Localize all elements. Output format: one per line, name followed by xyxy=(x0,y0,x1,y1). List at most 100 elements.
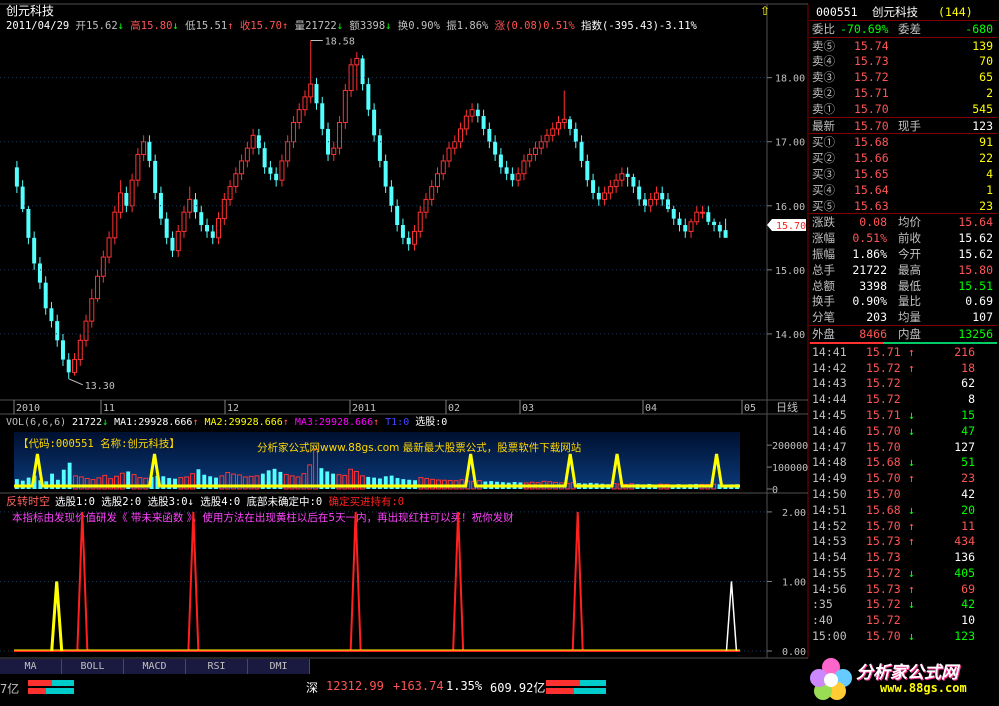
buy-price: 15.66 xyxy=(854,151,889,166)
sell-row: 卖② 15.71 2 xyxy=(810,85,997,101)
price-tick-label: 15.00 xyxy=(775,266,805,277)
stat-label: 换手 xyxy=(812,294,835,309)
stat-value: 15.51 xyxy=(958,278,993,293)
volume-bar xyxy=(55,479,60,489)
quote-field-part: 额3398 xyxy=(343,19,385,32)
stat-row: 分笔 203 均量 107 xyxy=(810,309,997,325)
tick-arrow-icon: ↓ xyxy=(908,502,915,517)
candle-body xyxy=(227,186,233,200)
buy-volume: 4 xyxy=(986,166,993,181)
tick-row: 14:49 15.70 ↑ 23 xyxy=(810,470,997,486)
tick-row: 14:46 15.70 ↓ 47 xyxy=(810,423,997,439)
candle-body xyxy=(469,109,475,117)
weibi-label: 委比 xyxy=(812,21,835,36)
candle-body xyxy=(510,173,515,181)
latest-label: 最新 xyxy=(812,118,835,133)
tick-row: 14:48 15.68 ↓ 51 xyxy=(810,454,997,470)
candle-body xyxy=(124,192,129,206)
candle-body xyxy=(406,237,411,245)
buy-row: 买④ 15.64 1 xyxy=(810,182,997,198)
tick-arrow-icon: ↓ xyxy=(908,455,915,470)
tick-price: 15.72 xyxy=(866,392,901,407)
tick-volume: 20 xyxy=(961,502,975,517)
quote-info-line: 2011/04/29 开15.62↓ 高15.80↓ 低15.51↑ 收15.7… xyxy=(6,19,698,32)
period-label: 日线 xyxy=(776,400,798,414)
tick-volume: 51 xyxy=(961,455,975,470)
sell-label: 卖③ xyxy=(812,70,835,85)
candle-body xyxy=(446,147,452,162)
tab-ma[interactable]: MA xyxy=(0,659,62,674)
ob-count: (144) xyxy=(938,5,973,19)
tick-time: 14:55 xyxy=(812,565,847,580)
sell-row: 卖④ 15.73 70 xyxy=(810,53,997,69)
logo: 分析家公式网 www.88gs.com xyxy=(806,654,999,706)
candle-body xyxy=(77,339,83,361)
buy-price: 15.64 xyxy=(854,182,889,197)
tick-volume: 405 xyxy=(954,565,975,580)
ind-legend-item-part: 选股2:0 xyxy=(95,495,141,508)
price-tick-label: 14.00 xyxy=(775,330,805,341)
candle-body xyxy=(504,167,509,174)
tick-time: 14:48 xyxy=(812,455,847,470)
candle-body xyxy=(538,141,544,149)
candle-body xyxy=(671,209,676,219)
candle-body xyxy=(205,225,210,232)
candle-body xyxy=(170,237,175,251)
ind-tick-label: 1.00 xyxy=(782,577,806,588)
tick-price: 15.68 xyxy=(866,455,901,470)
candle-body xyxy=(400,225,405,238)
tick-time: 14:49 xyxy=(812,471,847,486)
candle-body xyxy=(642,199,647,206)
candle-body xyxy=(475,109,480,117)
sell-label: 卖④ xyxy=(812,54,835,69)
high-label: 18.58 xyxy=(325,37,355,48)
candle-body xyxy=(337,122,343,149)
tick-volume: 62 xyxy=(961,376,975,391)
tick-row: 14:44 15.72 8 xyxy=(810,391,997,407)
stat-value: 21722 xyxy=(852,262,887,277)
tick-price: 15.72 xyxy=(866,376,901,391)
date-tick-label: 05 xyxy=(744,403,756,414)
date-tick-label: 2011 xyxy=(352,403,376,414)
candle-body xyxy=(717,225,722,232)
candle-body xyxy=(244,147,250,162)
order-book-panel: 000551 创元科技 (144) 委比 -70.69% 委差 -680 卖⑤ 15.74 139… xyxy=(810,4,997,651)
tick-volume: 23 xyxy=(961,471,975,486)
candle-body xyxy=(665,199,670,209)
tick-price: 15.72 xyxy=(866,565,901,580)
buy-price: 15.63 xyxy=(854,198,889,213)
buy-label: 买② xyxy=(812,151,835,166)
stat-label: 前收 xyxy=(898,231,921,246)
ob-name: 创元科技 xyxy=(872,5,918,19)
candle-body xyxy=(648,198,654,207)
tick-time: 14:52 xyxy=(812,518,847,533)
tab-boll[interactable]: BOLL xyxy=(62,659,124,674)
candle-body xyxy=(544,134,550,143)
logo-url: www.88gs.com xyxy=(880,681,967,695)
candle-body xyxy=(95,275,101,300)
buy-label: 买③ xyxy=(812,166,835,181)
tab-dmi[interactable]: DMI xyxy=(248,659,310,674)
candle-body xyxy=(290,122,296,143)
tab-macd[interactable]: MACD xyxy=(124,659,186,674)
tick-arrow-icon: ↓ xyxy=(908,565,915,580)
candle-body xyxy=(613,179,619,188)
candle-body xyxy=(296,109,302,124)
candle-body xyxy=(481,116,486,129)
stat-label: 涨跌 xyxy=(812,215,835,230)
price-tick-label: 18.00 xyxy=(775,74,805,85)
candle-body xyxy=(221,198,227,220)
sell-price: 15.71 xyxy=(854,85,889,100)
tick-arrow-icon: ↓ xyxy=(908,423,915,438)
candle-body xyxy=(653,192,659,200)
date-tick-label: 04 xyxy=(645,403,657,414)
candle-body xyxy=(314,84,319,104)
tick-price: 15.71 xyxy=(866,407,901,422)
candle-body xyxy=(625,173,630,177)
arrow-up-icon[interactable]: ⇧ xyxy=(760,4,770,18)
sell-price: 15.70 xyxy=(854,101,889,116)
tick-time: 14:43 xyxy=(812,376,847,391)
tick-volume: 123 xyxy=(954,629,975,644)
tab-rsi[interactable]: RSI xyxy=(186,659,248,674)
stat-row: 振幅 1.86% 今开 15.62 xyxy=(810,246,997,262)
